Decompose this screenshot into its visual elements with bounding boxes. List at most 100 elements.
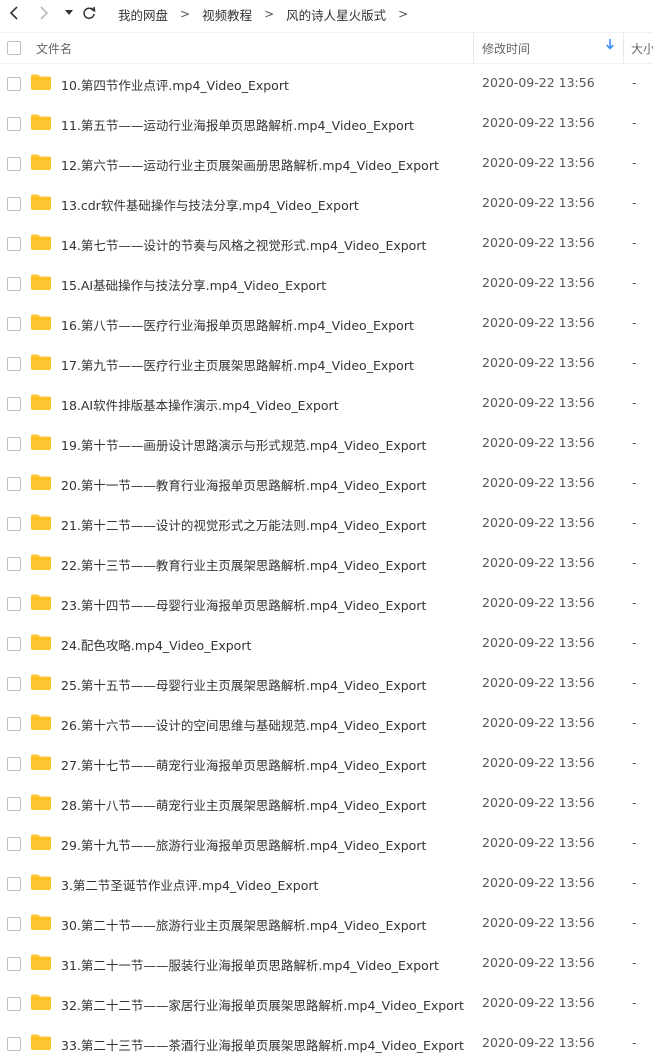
row-checkbox[interactable]	[7, 397, 21, 411]
row-checkbox[interactable]	[7, 757, 21, 771]
file-name[interactable]: 20.第十一节——教育行业海报单页思路解析.mp4_Video_Export	[61, 475, 426, 494]
row-checkbox[interactable]	[7, 357, 21, 371]
row-checkbox[interactable]	[7, 317, 21, 331]
history-dropdown-icon[interactable]	[60, 4, 78, 22]
file-name[interactable]: 3.第二节圣诞节作业点评.mp4_Video_Export	[61, 875, 318, 894]
row-checkbox[interactable]	[7, 997, 21, 1011]
row-checkbox[interactable]	[7, 717, 21, 731]
row-checkbox[interactable]	[7, 637, 21, 651]
row-checkbox[interactable]	[7, 77, 21, 91]
file-name[interactable]: 13.cdr软件基础操作与技法分享.mp4_Video_Export	[61, 195, 359, 214]
row-checkbox[interactable]	[7, 197, 21, 211]
file-row[interactable]: 11.第五节——运动行业海报单页思路解析.mp4_Video_Export 202…	[0, 103, 653, 143]
file-row[interactable]: 23.第十四节——母婴行业海报单页思路解析.mp4_Video_Export 20…	[0, 583, 653, 623]
file-name[interactable]: 24.配色攻略.mp4_Video_Export	[61, 635, 251, 654]
row-checkbox[interactable]	[7, 477, 21, 491]
row-checkbox[interactable]	[7, 597, 21, 611]
file-row[interactable]: 28.第十八节——萌宠行业主页展架思路解析.mp4_Video_Export 20…	[0, 783, 653, 823]
row-checkbox[interactable]	[7, 237, 21, 251]
file-modified-time: 2020-09-22 13:56	[482, 315, 595, 330]
row-checkbox[interactable]	[7, 277, 21, 291]
column-header-modified-time[interactable]: 修改时间	[482, 40, 530, 57]
file-row[interactable]: 13.cdr软件基础操作与技法分享.mp4_Video_Export 2020-0…	[0, 183, 653, 223]
file-name[interactable]: 15.AI基础操作与技法分享.mp4_Video_Export	[61, 275, 326, 294]
file-row[interactable]: 12.第六节——运动行业主页展架画册思路解析.mp4_Video_Export 2…	[0, 143, 653, 183]
file-row[interactable]: 18.AI软件排版基本操作演示.mp4_Video_Export 2020-09-…	[0, 383, 653, 423]
file-name[interactable]: 17.第九节——医疗行业主页展架思路解析.mp4_Video_Export	[61, 355, 414, 374]
file-row[interactable]: 29.第十九节——旅游行业海报单页思路解析.mp4_Video_Export 20…	[0, 823, 653, 863]
folder-icon	[31, 354, 51, 370]
file-modified-time: 2020-09-22 13:56	[482, 595, 595, 610]
file-row[interactable]: 31.第二十一节——服装行业海报单页思路解析.mp4_Video_Export 2…	[0, 943, 653, 983]
file-row[interactable]: 30.第二十节——旅游行业主页展架思路解析.mp4_Video_Export 20…	[0, 903, 653, 943]
file-row[interactable]: 25.第十五节——母婴行业主页展架思路解析.mp4_Video_Export 20…	[0, 663, 653, 703]
refresh-icon[interactable]	[80, 4, 98, 22]
file-row[interactable]: 19.第十节——画册设计思路演示与形式规范.mp4_Video_Export 20…	[0, 423, 653, 463]
file-name[interactable]: 12.第六节——运动行业主页展架画册思路解析.mp4_Video_Export	[61, 155, 439, 174]
row-checkbox[interactable]	[7, 517, 21, 531]
file-name[interactable]: 16.第八节——医疗行业海报单页思路解析.mp4_Video_Export	[61, 315, 414, 334]
breadcrumb-item[interactable]: 视频教程	[202, 5, 252, 24]
select-all-checkbox[interactable]	[7, 41, 21, 55]
file-row[interactable]: 21.第十二节——设计的视觉形式之万能法则.mp4_Video_Export 20…	[0, 503, 653, 543]
file-name[interactable]: 26.第十六节——设计的空间思维与基础规范.mp4_Video_Export	[61, 715, 426, 734]
file-modified-time: 2020-09-22 13:56	[482, 795, 595, 810]
file-name[interactable]: 25.第十五节——母婴行业主页展架思路解析.mp4_Video_Export	[61, 675, 426, 694]
file-name[interactable]: 21.第十二节——设计的视觉形式之万能法则.mp4_Video_Export	[61, 515, 426, 534]
row-checkbox[interactable]	[7, 917, 21, 931]
file-row[interactable]: 27.第十七节——萌宠行业海报单页思路解析.mp4_Video_Export 20…	[0, 743, 653, 783]
breadcrumb-item[interactable]: 我的网盘	[118, 5, 168, 24]
arrow-down-icon[interactable]	[606, 39, 614, 53]
folder-icon	[31, 274, 51, 290]
file-name[interactable]: 28.第十八节——萌宠行业主页展架思路解析.mp4_Video_Export	[61, 795, 426, 814]
forward-icon[interactable]	[34, 4, 52, 22]
file-name[interactable]: 27.第十七节——萌宠行业海报单页思路解析.mp4_Video_Export	[61, 755, 426, 774]
file-row[interactable]: 24.配色攻略.mp4_Video_Export 2020-09-22 13:56…	[0, 623, 653, 663]
file-name[interactable]: 11.第五节——运动行业海报单页思路解析.mp4_Video_Export	[61, 115, 414, 134]
breadcrumb-separator[interactable]: >	[398, 7, 408, 21]
file-name[interactable]: 29.第十九节——旅游行业海报单页思路解析.mp4_Video_Export	[61, 835, 426, 854]
row-checkbox[interactable]	[7, 1037, 21, 1051]
file-row[interactable]: 17.第九节——医疗行业主页展架思路解析.mp4_Video_Export 202…	[0, 343, 653, 383]
file-name[interactable]: 30.第二十节——旅游行业主页展架思路解析.mp4_Video_Export	[61, 915, 426, 934]
column-divider[interactable]	[623, 33, 624, 63]
row-checkbox[interactable]	[7, 797, 21, 811]
file-row[interactable]: 22.第十三节——教育行业主页展架思路解析.mp4_Video_Export 20…	[0, 543, 653, 583]
breadcrumb-item[interactable]: 风的诗人星火版式	[286, 5, 386, 24]
column-header-size[interactable]: 大小	[631, 40, 653, 57]
file-name[interactable]: 14.第七节——设计的节奏与风格之视觉形式.mp4_Video_Export	[61, 235, 426, 254]
file-name[interactable]: 33.第二十三节——茶酒行业海报单页展架思路解析.mp4_Video_Expor…	[61, 1035, 464, 1054]
column-header-name[interactable]: 文件名	[36, 40, 72, 57]
file-name[interactable]: 32.第二十二节——家居行业海报单页展架思路解析.mp4_Video_Expor…	[61, 995, 464, 1014]
file-name[interactable]: 19.第十节——画册设计思路演示与形式规范.mp4_Video_Export	[61, 435, 426, 454]
row-checkbox[interactable]	[7, 877, 21, 891]
file-row[interactable]: 20.第十一节——教育行业海报单页思路解析.mp4_Video_Export 20…	[0, 463, 653, 503]
file-name[interactable]: 23.第十四节——母婴行业海报单页思路解析.mp4_Video_Export	[61, 595, 426, 614]
file-name[interactable]: 31.第二十一节——服装行业海报单页思路解析.mp4_Video_Export	[61, 955, 439, 974]
row-checkbox[interactable]	[7, 557, 21, 571]
file-name[interactable]: 18.AI软件排版基本操作演示.mp4_Video_Export	[61, 395, 339, 414]
folder-icon	[31, 554, 51, 570]
folder-icon	[31, 794, 51, 810]
file-row[interactable]: 10.第四节作业点评.mp4_Video_Export 2020-09-22 13…	[0, 63, 653, 103]
back-icon[interactable]	[6, 4, 24, 22]
file-name[interactable]: 22.第十三节——教育行业主页展架思路解析.mp4_Video_Export	[61, 555, 426, 574]
file-modified-time: 2020-09-22 13:56	[482, 235, 595, 250]
row-checkbox[interactable]	[7, 837, 21, 851]
row-checkbox[interactable]	[7, 957, 21, 971]
file-row[interactable]: 16.第八节——医疗行业海报单页思路解析.mp4_Video_Export 202…	[0, 303, 653, 343]
file-size: -	[632, 795, 637, 810]
file-row[interactable]: 26.第十六节——设计的空间思维与基础规范.mp4_Video_Export 20…	[0, 703, 653, 743]
row-checkbox[interactable]	[7, 437, 21, 451]
row-checkbox[interactable]	[7, 677, 21, 691]
column-divider[interactable]	[473, 33, 474, 63]
row-checkbox[interactable]	[7, 157, 21, 171]
file-row[interactable]: 32.第二十二节——家居行业海报单页展架思路解析.mp4_Video_Expor…	[0, 983, 653, 1023]
row-checkbox[interactable]	[7, 117, 21, 131]
file-row[interactable]: 14.第七节——设计的节奏与风格之视觉形式.mp4_Video_Export 20…	[0, 223, 653, 263]
file-row[interactable]: 15.AI基础操作与技法分享.mp4_Video_Export 2020-09-2…	[0, 263, 653, 303]
file-name[interactable]: 10.第四节作业点评.mp4_Video_Export	[61, 75, 289, 94]
file-row[interactable]: 3.第二节圣诞节作业点评.mp4_Video_Export 2020-09-22 …	[0, 863, 653, 903]
file-row[interactable]: 33.第二十三节——茶酒行业海报单页展架思路解析.mp4_Video_Expor…	[0, 1023, 653, 1063]
file-modified-time: 2020-09-22 13:56	[482, 115, 595, 130]
